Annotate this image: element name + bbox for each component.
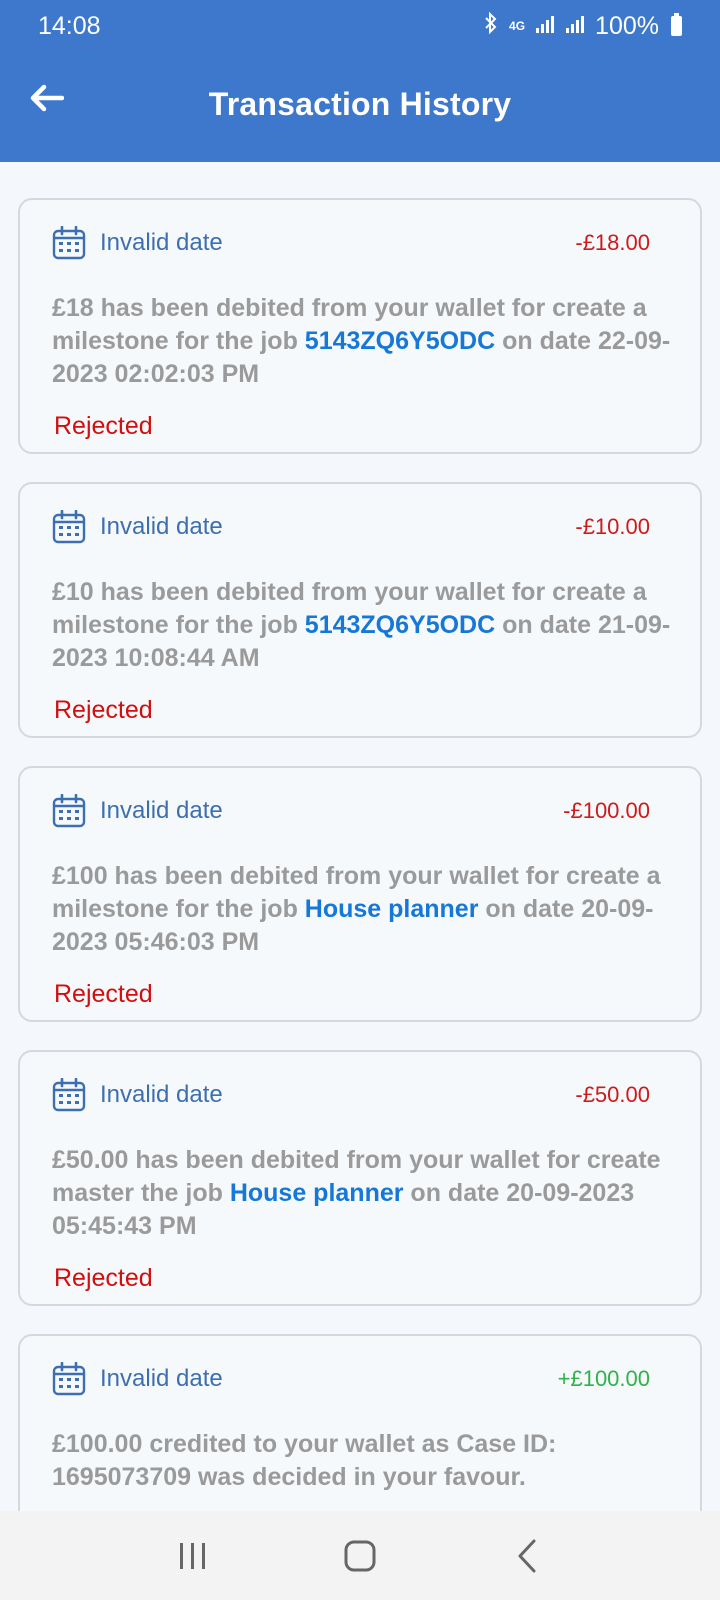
calendar-icon <box>52 1361 86 1396</box>
calendar-icon <box>52 225 86 260</box>
transaction-description: £100.00 credited to your wallet as Case … <box>52 1430 557 1491</box>
status-badge: Rejected <box>54 696 153 724</box>
battery-level: 100% <box>595 11 659 40</box>
home-icon <box>344 1540 376 1571</box>
transaction-amount: -£50.00 <box>575 1082 650 1107</box>
chevron-left-icon <box>518 1539 536 1572</box>
back-button[interactable] <box>24 76 68 120</box>
card-header: Invalid date <box>52 225 650 260</box>
transaction-card[interactable]: Invalid date -£100.00 £100 has been debite… <box>18 766 702 1022</box>
calendar-icon <box>52 509 86 544</box>
calendar-icon <box>52 1077 86 1112</box>
signal-icon-2 <box>565 12 585 41</box>
transaction-amount: +£100.00 <box>557 1366 650 1391</box>
status-badge: Rejected <box>54 1264 153 1292</box>
transaction-details: £18 has been debited from your wallet fo… <box>52 292 680 391</box>
transaction-list: Invalid date -£18.00 £18 has been debited … <box>18 198 702 1600</box>
status-bar: 14:08 4G 100% <box>0 0 720 52</box>
network-type: 4G <box>509 19 526 33</box>
calendar-icon <box>52 793 86 828</box>
transaction-date: Invalid date <box>100 1081 223 1108</box>
system-nav-bar <box>0 1511 720 1600</box>
job-link[interactable]: 5143ZQ6Y5ODC <box>305 611 495 639</box>
transaction-date: Invalid date <box>100 1365 223 1392</box>
bluetooth-icon <box>483 11 499 42</box>
job-link[interactable]: House planner <box>305 895 479 923</box>
status-badge: Rejected <box>54 980 153 1008</box>
app-bar: Transaction History <box>0 52 720 162</box>
transaction-date: Invalid date <box>100 229 223 256</box>
screen: 14:08 4G 100% Transaction History Invali… <box>0 0 720 1600</box>
transaction-details: £100 has been debited from your wallet f… <box>52 860 680 959</box>
card-header: Invalid date <box>52 509 650 544</box>
transaction-amount: -£10.00 <box>575 514 650 539</box>
transaction-details: £100.00 credited to your wallet as Case … <box>52 1428 680 1494</box>
card-header: Invalid date <box>52 1077 650 1112</box>
signal-icon <box>535 12 555 41</box>
status-time: 14:08 <box>38 11 101 40</box>
transaction-amount: -£18.00 <box>575 230 650 255</box>
arrow-left-icon <box>30 84 64 112</box>
recent-apps-icon <box>180 1542 206 1569</box>
transaction-card[interactable]: Invalid date -£18.00 £18 has been debited … <box>18 198 702 454</box>
transaction-card[interactable]: Invalid date -£50.00 £50.00 has been debit… <box>18 1050 702 1306</box>
transaction-details: £50.00 has been debited from your wallet… <box>52 1144 680 1243</box>
transaction-details: £10 has been debited from your wallet fo… <box>52 576 680 675</box>
recent-apps-button[interactable] <box>163 1526 223 1586</box>
job-link[interactable]: 5143ZQ6Y5ODC <box>305 327 495 355</box>
status-icons: 4G 100% <box>483 11 682 42</box>
card-header: Invalid date <box>52 793 650 828</box>
status-badge: Rejected <box>54 412 153 440</box>
battery-icon <box>671 13 682 36</box>
page-title: Transaction History <box>208 85 512 122</box>
transaction-date: Invalid date <box>100 513 223 540</box>
home-button[interactable] <box>330 1526 390 1586</box>
back-nav-button[interactable] <box>497 1526 557 1586</box>
transaction-date: Invalid date <box>100 797 223 824</box>
job-link[interactable]: House planner <box>230 1179 404 1207</box>
transaction-card[interactable]: Invalid date -£10.00 £10 has been debited … <box>18 482 702 738</box>
transaction-amount: -£100.00 <box>563 798 650 823</box>
